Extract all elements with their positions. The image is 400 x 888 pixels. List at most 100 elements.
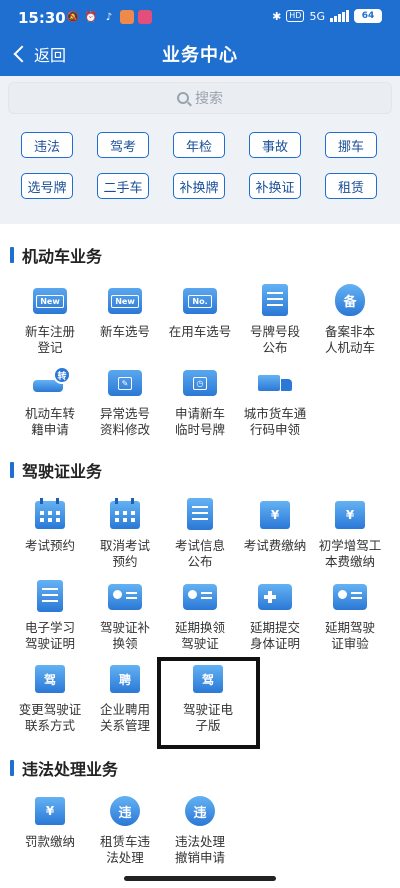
license-replace-icon <box>108 580 142 614</box>
chip-select-plate[interactable]: 选号牌 <box>21 173 73 199</box>
tile-health-cert[interactable]: 延期提交 身体证明 <box>237 580 313 652</box>
tile-cancel-exam[interactable]: 取消考试 预约 <box>87 498 163 570</box>
mute-icon: 🔕 <box>66 11 80 23</box>
tile-label: 租赁车违 法处理 <box>99 834 150 865</box>
tile-fine-payment[interactable]: ¥ 罚款缴纳 <box>12 794 88 850</box>
nav-bar: 返回 业务中心 <box>0 36 400 76</box>
edit-card-icon: ✎ <box>108 366 142 400</box>
tile-label: 取消考试 预约 <box>99 538 150 569</box>
search-input[interactable]: 搜索 <box>8 82 392 114</box>
chip-inspection[interactable]: 年检 <box>173 132 225 158</box>
tile-temp-plate[interactable]: ◷ 申请新车 临时号牌 <box>162 366 238 438</box>
status-notification-icons: 🔕 ⏰ ♪ <box>66 10 152 24</box>
app-icon-orange <box>120 10 134 24</box>
rental-violation-icon: 违 <box>108 794 142 828</box>
tile-license-extend[interactable]: 延期换领 驾驶证 <box>162 580 238 652</box>
section-title-text: 机动车业务 <box>22 247 103 266</box>
tile-edit-plate-info[interactable]: ✎ 异常选号 资料修改 <box>87 366 163 438</box>
fee-card-icon: ¥ <box>333 498 367 532</box>
tile-label: 延期提交 身体证明 <box>249 620 300 651</box>
tile-label: 异常选号 资料修改 <box>99 406 150 437</box>
divider <box>0 212 400 224</box>
battery-icon: 64 <box>354 9 382 23</box>
tile-label: 新车选号 <box>99 324 150 339</box>
chip-rental[interactable]: 租赁 <box>325 173 377 199</box>
tile-label: 初学增驾工 本费缴纳 <box>318 538 382 569</box>
tile-label: 电子学习 驾驶证明 <box>24 620 75 651</box>
truck-icon <box>258 366 292 400</box>
chip-replace-license[interactable]: 补换证 <box>249 173 301 199</box>
section-marker <box>10 247 14 263</box>
tile-exam-info[interactable]: 考试信息 公布 <box>162 498 238 570</box>
tile-plate-number[interactable]: No. 在用车选号 <box>162 284 238 340</box>
tile-label: 驾驶证补 换领 <box>99 620 150 651</box>
section-marker <box>10 760 14 776</box>
search-placeholder: 搜索 <box>195 91 223 107</box>
tile-label: 企业聘用 关系管理 <box>99 702 150 733</box>
tile-license-contact[interactable]: 驾 变更驾驶证 联系方式 <box>12 662 88 734</box>
tile-new-car-register[interactable]: New 新车注册 登记 <box>12 284 88 356</box>
calendar-icon <box>33 498 67 532</box>
network-label: 5G <box>309 9 325 23</box>
tile-plate-segment[interactable]: 号牌号段 公布 <box>237 284 313 356</box>
tile-exam-booking[interactable]: 考试预约 <box>12 498 88 554</box>
tile-label: 考试预约 <box>24 538 75 553</box>
tile-transfer-car[interactable]: 转 机动车转 籍申请 <box>12 366 88 438</box>
tile-e-study-cert[interactable]: 电子学习 驾驶证明 <box>12 580 88 652</box>
signal-icon <box>330 10 349 22</box>
page-title: 业务中心 <box>162 45 238 66</box>
tile-license-replace[interactable]: 驾驶证补 换领 <box>87 580 163 652</box>
tile-label: 在用车选号 <box>168 324 232 339</box>
status-time: 15:30 <box>18 9 66 27</box>
tile-label: 考试信息 公布 <box>174 538 225 569</box>
chip-move-car[interactable]: 挪车 <box>325 132 377 158</box>
bluetooth-icon: ✱ <box>272 9 282 23</box>
tile-license-review[interactable]: 延期驾驶 证审验 <box>312 580 388 652</box>
tile-label: 延期驾驶 证审验 <box>324 620 375 651</box>
record-badge-icon: 备 <box>333 284 367 318</box>
section-title-license: 驾驶证业务 <box>10 458 102 482</box>
violation-revoke-icon: 违 <box>183 794 217 828</box>
chip-replace-plate[interactable]: 补换牌 <box>173 173 225 199</box>
chip-used-car[interactable]: 二手车 <box>97 173 149 199</box>
alarm-icon: ⏰ <box>84 11 98 23</box>
home-indicator[interactable] <box>124 876 276 881</box>
tile-employment[interactable]: 聘 企业聘用 关系管理 <box>87 662 163 734</box>
temp-plate-icon: ◷ <box>183 366 217 400</box>
chip-exam[interactable]: 驾考 <box>97 132 149 158</box>
chip-violation[interactable]: 违法 <box>21 132 73 158</box>
license-contact-icon: 驾 <box>33 662 67 696</box>
new-plate-icon: New <box>108 284 142 318</box>
study-doc-icon <box>33 580 67 614</box>
tiktok-icon: ♪ <box>105 11 113 23</box>
search-area: 搜索 <box>0 76 400 120</box>
tile-record-vehicle[interactable]: 备 备案非本 人机动车 <box>312 284 388 356</box>
fine-pay-icon: ¥ <box>33 794 67 828</box>
tile-new-plate[interactable]: New 新车选号 <box>87 284 163 340</box>
tile-label: 城市货车通 行码申领 <box>243 406 307 437</box>
tile-label: 罚款缴纳 <box>24 834 75 849</box>
employ-doc-icon: 聘 <box>108 662 142 696</box>
section-title-text: 违法处理业务 <box>22 760 119 779</box>
tile-label: 新车注册 登记 <box>24 324 75 355</box>
transfer-car-icon: 转 <box>33 366 71 400</box>
tile-rental-violation[interactable]: 违 租赁车违 法处理 <box>87 794 163 866</box>
status-system-icons: ✱ HD 5G 64 <box>272 9 382 23</box>
tile-label: 变更驾驶证 联系方式 <box>18 702 82 733</box>
calendar-cancel-icon <box>108 498 142 532</box>
new-car-register-icon: New <box>33 284 67 318</box>
plate-number-icon: No. <box>183 284 217 318</box>
plate-segment-icon <box>258 284 292 318</box>
chip-accident[interactable]: 事故 <box>249 132 301 158</box>
tile-label: 号牌号段 公布 <box>249 324 300 355</box>
section-title-vehicle: 机动车业务 <box>10 243 102 267</box>
tile-learner-fee[interactable]: ¥ 初学增驾工 本费缴纳 <box>312 498 388 570</box>
tile-violation-revoke[interactable]: 违 违法处理 撤销申请 <box>162 794 238 866</box>
app-icon-pink <box>138 10 152 24</box>
tile-label: 申请新车 临时号牌 <box>174 406 225 437</box>
tile-label: 机动车转 籍申请 <box>24 406 75 437</box>
section-marker <box>10 462 14 478</box>
tile-exam-fee[interactable]: ¥ 考试费缴纳 <box>237 498 313 554</box>
tile-truck-pass[interactable]: 城市货车通 行码申领 <box>237 366 313 438</box>
selection-highlight <box>157 657 260 749</box>
